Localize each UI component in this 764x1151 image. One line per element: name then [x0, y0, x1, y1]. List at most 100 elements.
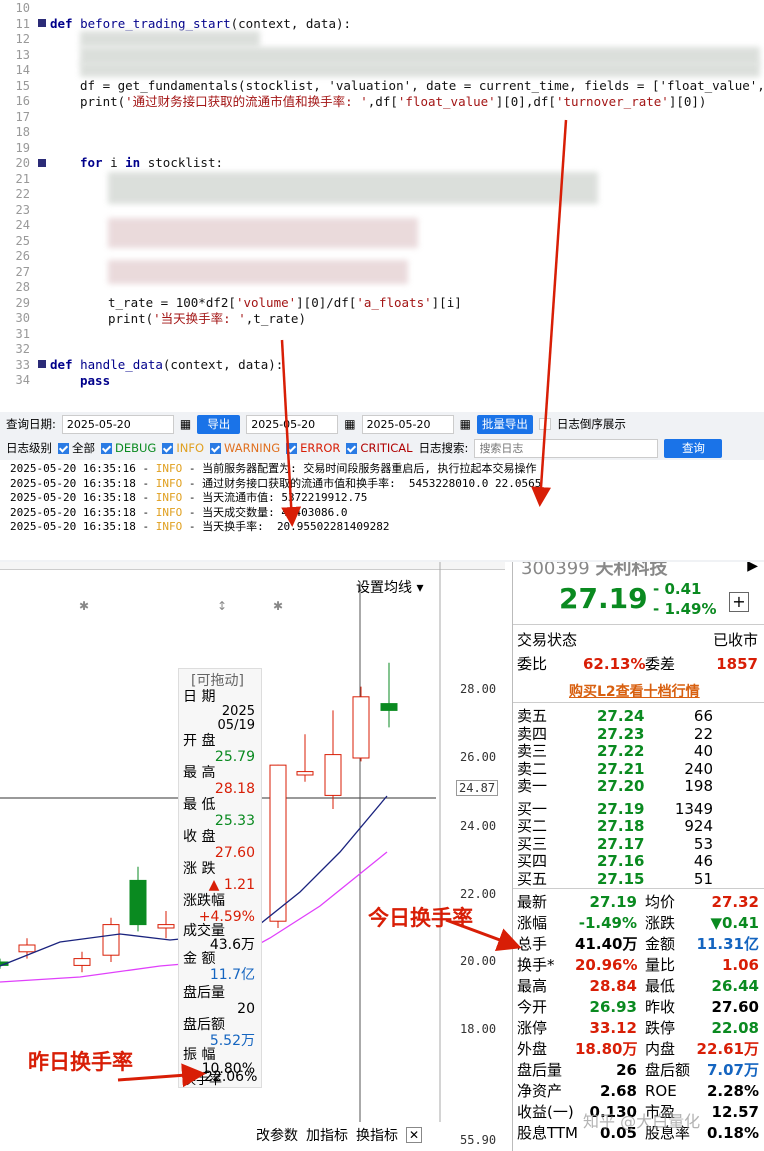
quote-stat: 1.06	[721, 956, 759, 974]
line-number: 15	[15, 78, 30, 93]
order-book-cell: 27.21	[597, 759, 645, 778]
tooltip-amt: 11.7亿	[209, 967, 255, 983]
price-pct: - 1.49%	[653, 600, 717, 618]
order-book-cell: 1349	[674, 799, 713, 818]
export-button[interactable]: 导出	[197, 414, 241, 434]
change-params-button[interactable]: 改参数	[256, 1125, 298, 1145]
line-number: 14	[15, 63, 30, 77]
order-book-cell: 买三	[517, 834, 548, 853]
batch-export-button[interactable]: 批量导出	[476, 414, 533, 434]
l2-link[interactable]: 购买L2查看十档行情	[569, 681, 700, 701]
annotation-today: 今日换手率	[368, 906, 473, 930]
blurred-code	[108, 260, 408, 284]
query-date-input[interactable]: 2025-05-20	[61, 414, 174, 434]
order-book-cell: 27.24	[597, 707, 645, 725]
price-axis-label: 24.87	[456, 780, 499, 796]
trade-status: 已收市	[712, 631, 758, 649]
tooltip-change-label: 涨 跌	[183, 861, 216, 877]
filter-info[interactable]: INFO	[162, 441, 204, 455]
line-number: 16	[15, 94, 30, 108]
order-book-cell: 198	[684, 777, 713, 795]
last-price: 27.19	[559, 582, 648, 615]
start-date-input[interactable]: 2025-05-20	[246, 414, 339, 434]
filter-debug[interactable]: DEBUG	[101, 441, 156, 455]
calendar-icon[interactable]: ▦	[180, 417, 191, 431]
candle-body	[73, 958, 91, 966]
end-date-input[interactable]: 2025-05-20	[361, 414, 454, 434]
price-axis-label: 26.00	[460, 750, 497, 764]
line-number: 19	[15, 140, 30, 155]
code-editor[interactable]: 10 11 12 13 14 15 16 17 18 19 20 21 22 23 24 25 26 27 28 29…	[0, 0, 764, 412]
tooltip-high: 28.18	[214, 781, 255, 797]
quote-stat: 涨幅	[517, 914, 548, 932]
line-number: 27	[15, 264, 30, 279]
order-book-cell: 买二	[517, 817, 548, 835]
log-line: 2025-05-20 16:35:18 - INFO - 通过财务接口获取的流通…	[10, 476, 542, 490]
reverse-checkbox[interactable]	[538, 418, 551, 430]
quote-stat: 33.12	[589, 1019, 637, 1037]
log-search-input[interactable]	[474, 438, 659, 458]
tooltip-close: 27.60	[214, 845, 255, 861]
order-book-cell: 46	[693, 852, 713, 870]
calendar-icon[interactable]: ▦	[460, 417, 471, 431]
order-book-cell: 买四	[517, 852, 548, 870]
quote-stat: -1.49%	[578, 914, 637, 932]
filter-all[interactable]: 全部	[58, 440, 95, 456]
event-marker: ✱	[79, 599, 89, 613]
divider	[513, 624, 764, 625]
line-number: 25	[15, 233, 30, 248]
add-indicator-button[interactable]: 加指标	[306, 1125, 348, 1145]
line-number: 31	[15, 326, 30, 341]
log-line: 2025-05-20 16:35:18 - INFO - 当天换手率: 20.9…	[10, 520, 390, 533]
quote-stat: 22.08	[711, 1019, 759, 1037]
search-button[interactable]: 查询	[664, 438, 723, 458]
add-watchlist-icon[interactable]: +	[729, 592, 749, 612]
candle-body	[157, 924, 175, 929]
order-book-cell: 27.20	[597, 777, 645, 795]
tooltip-close-label: 收 盘	[183, 829, 216, 845]
wc-value: 1857	[716, 655, 758, 673]
filter-error[interactable]: ERROR	[286, 441, 340, 455]
blurred-code	[80, 63, 760, 77]
code-line-15: df = get_fundamentals(stocklist, 'valuat…	[80, 78, 764, 93]
candle-body	[102, 924, 120, 956]
quote-stat: 净资产	[517, 1082, 563, 1100]
wb-label: 委比	[517, 655, 548, 673]
wc-label: 委差	[645, 655, 676, 673]
checkbox-icon	[58, 443, 69, 454]
close-icon[interactable]: ✕	[406, 1127, 422, 1143]
annotation-yesterday: 昨日换手率	[28, 1050, 133, 1074]
calendar-icon[interactable]: ▦	[344, 417, 355, 431]
candle-body	[129, 879, 147, 926]
line-number: 10	[15, 1, 30, 15]
quote-stat: 20.96%	[575, 956, 638, 974]
order-book-cell: 27.18	[597, 817, 645, 835]
tooltip-vol: 43.6万	[209, 937, 255, 953]
indicator-buttons: 改参数 加指标 换指标 ✕	[256, 1125, 422, 1145]
blurred-code	[108, 218, 418, 248]
fold-marker[interactable]	[38, 19, 46, 27]
filter-warning[interactable]: WARNING	[210, 441, 280, 455]
line-number: 12	[15, 32, 30, 46]
filter-critical[interactable]: CRITICAL	[346, 441, 413, 455]
next-stock-icon[interactable]: ▶	[747, 562, 758, 574]
order-book-cell: 66	[693, 707, 713, 725]
tooltip-date-label: 日 期	[183, 689, 216, 705]
line-number: 13	[15, 47, 30, 62]
order-book-cell: 卖二	[517, 759, 548, 778]
order-book-cell: 买一	[517, 799, 548, 818]
filter-bar: 日志级别 全部 DEBUG INFO WARNING ERROR CRITICA…	[0, 436, 723, 460]
fold-marker[interactable]	[38, 159, 46, 167]
reverse-label: 日志倒序展示	[556, 417, 626, 431]
tooltip-open-label: 开 盘	[183, 733, 216, 749]
line-number: 22	[15, 187, 30, 201]
tooltip-after-vol: 20	[237, 1001, 255, 1017]
checkbox-icon	[162, 443, 174, 454]
data-tooltip[interactable]: [可拖动] 日 期 2025 05/19 开 盘 25.79 最 高 28.18…	[178, 668, 262, 1088]
fold-marker[interactable]	[38, 360, 46, 368]
switch-indicator-button[interactable]: 换指标	[356, 1125, 398, 1145]
quote-stat: 12.57	[711, 1103, 759, 1121]
line-number: 21	[15, 171, 30, 186]
quote-stat: 股息TTM	[517, 1124, 579, 1142]
order-book-cell: 27.19	[597, 799, 645, 818]
